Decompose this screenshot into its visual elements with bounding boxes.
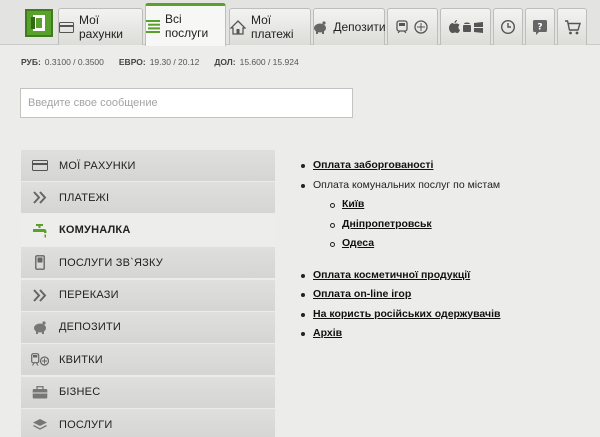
services-menu: МОЇ РАХУНКИ ПЛАТЕЖІ КОМУНАЛКА ПОСЛУГИ ЗВ… [21, 150, 275, 437]
help-icon: ? [532, 19, 548, 35]
list-item: Київ [327, 195, 500, 215]
menu-item-my-accounts[interactable]: МОЇ РАХУНКИ [21, 150, 275, 181]
piggy-bank-icon [312, 20, 328, 34]
tab-label: Всі послуги [165, 12, 209, 40]
link-dnipro[interactable]: Дніпропетровськ [342, 218, 432, 230]
logo-mark-icon [27, 11, 51, 35]
menu-item-deposits[interactable]: ДЕПОЗИТИ [21, 311, 275, 343]
menu-item-label: ПЛАТЕЖІ [59, 191, 110, 204]
tab-deposits[interactable]: Депозити [312, 8, 386, 45]
house-icon [230, 19, 246, 35]
list-item: Оплата заборгованості [298, 156, 500, 176]
briefcase-icon [21, 385, 59, 399]
link-kyiv[interactable]: Київ [342, 198, 364, 210]
piggy-bank-icon [21, 321, 59, 334]
link-russian-recipients[interactable]: На користь російських одержувачів [313, 308, 500, 320]
tab-my-payments[interactable]: Мої платежі [229, 8, 311, 45]
menu-item-utilities[interactable]: КОМУНАЛКА [21, 214, 275, 246]
menu-item-transfers[interactable]: ПЕРЕКАЗИ [21, 279, 275, 311]
utilities-links: Оплата заборгованості Оплата комунальних… [298, 156, 500, 344]
tab-label: Депозити [333, 20, 386, 34]
layers-icon [21, 418, 59, 431]
menu-item-label: МОЇ РАХУНКИ [59, 159, 136, 172]
card-icon [21, 160, 59, 171]
menu-item-label: КВИТКИ [59, 353, 103, 366]
list-item: Оплата косметичної продукції [298, 266, 500, 286]
list-item: Архів [298, 324, 500, 344]
menu-item-services[interactable]: ПОСЛУГИ [21, 409, 275, 437]
link-archive[interactable]: Архів [313, 327, 342, 339]
rate-usd: ДОЛ: 15.600 / 15.924 [214, 57, 299, 67]
menu-item-label: ПОСЛУГИ [59, 418, 113, 431]
list-item: Оплата комунальних послуг по містам Київ… [298, 176, 500, 254]
link-debt-payment[interactable]: Оплата заборгованості [313, 159, 433, 171]
double-chevron-icon [21, 288, 59, 302]
menu-item-telecom[interactable]: ПОСЛУГИ ЗВ`ЯЗКУ [21, 247, 275, 279]
tab-mobile-apps[interactable] [440, 8, 491, 45]
list-item: На користь російських одержувачів [298, 305, 500, 325]
rate-rub: РУБ: 0.3100 / 0.3500 [21, 57, 104, 67]
train-plane-icon [21, 353, 59, 367]
svg-text:?: ? [537, 23, 542, 33]
link-odesa[interactable]: Одеса [342, 237, 374, 249]
link-cosmetics[interactable]: Оплата косметичної продукції [313, 269, 470, 281]
menu-item-label: ПЕРЕКАЗИ [59, 289, 119, 302]
list-icon [146, 19, 160, 33]
card-icon [59, 21, 74, 33]
list-item: Одеса [327, 234, 500, 254]
tab-history[interactable] [493, 8, 523, 45]
list-item: Дніпропетровськ [327, 215, 500, 235]
tab-label: Мої рахунки [79, 13, 123, 41]
train-plane-icon [395, 19, 430, 35]
double-chevron-icon [21, 191, 59, 205]
menu-item-label: ПОСЛУГИ ЗВ`ЯЗКУ [59, 256, 163, 269]
tab-help[interactable]: ? [525, 8, 555, 45]
message-input[interactable] [20, 88, 353, 118]
utilities-by-city-label: Оплата комунальних послуг по містам [313, 178, 501, 191]
tab-cart[interactable] [557, 8, 587, 45]
tab-all-services[interactable]: Всі послуги [145, 3, 226, 46]
menu-item-label: БІЗНЕС [59, 386, 101, 399]
mobile-platforms-icon [448, 20, 484, 34]
tab-label: Мої платежі [251, 13, 294, 41]
list-item: Оплата on-line ігор [298, 285, 500, 305]
phone-icon [21, 255, 59, 271]
menu-item-payments[interactable]: ПЛАТЕЖІ [21, 182, 275, 214]
clock-arrow-icon [500, 19, 516, 35]
tab-my-accounts[interactable]: Мої рахунки [58, 8, 143, 45]
rate-eur: ЕВРО: 19.30 / 20.12 [118, 57, 200, 67]
menu-item-business[interactable]: БІЗНЕС [21, 376, 275, 408]
privatbank-logo[interactable] [25, 9, 53, 37]
top-tab-bar: Мої рахунки Всі послуги Мої платежі Депо… [0, 0, 600, 46]
menu-item-label: ДЕПОЗИТИ [59, 321, 122, 334]
menu-item-label: КОМУНАЛКА [59, 224, 131, 237]
tab-tickets[interactable] [387, 8, 438, 45]
menu-item-tickets[interactable]: КВИТКИ [21, 344, 275, 376]
faucet-icon [21, 223, 59, 238]
link-online-games[interactable]: Оплата on-line ігор [313, 288, 411, 300]
exchange-rates: РУБ: 0.3100 / 0.3500 ЕВРО: 19.30 / 20.12 Д… [21, 57, 299, 67]
cart-icon [564, 19, 581, 35]
